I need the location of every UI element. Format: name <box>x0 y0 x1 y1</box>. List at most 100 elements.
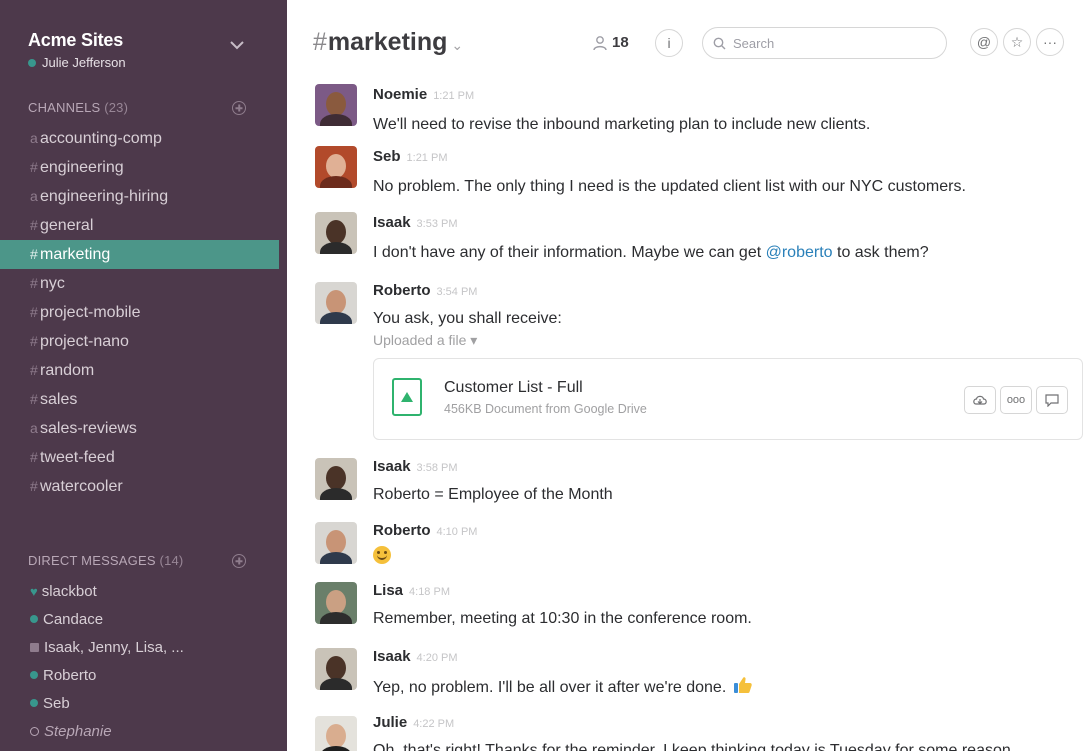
sidebar-item-sales[interactable]: # sales <box>0 385 287 414</box>
sidebar-item-project-mobile[interactable]: # project-mobile <box>0 298 287 327</box>
channel-title[interactable]: #marketing ⌄ <box>313 28 463 57</box>
avatar[interactable] <box>315 146 357 188</box>
more-button[interactable]: ··· <box>1036 28 1064 56</box>
channel-info-button[interactable]: i <box>655 29 683 57</box>
sidebar-item-group-dm[interactable]: Isaak, Jenny, Lisa, ... <box>0 634 287 662</box>
message-time[interactable]: 4:18 PM <box>409 586 450 598</box>
sidebar-item-engineering-hiring[interactable]: a engineering-hiring <box>0 182 287 211</box>
at-icon: @ <box>976 34 992 50</box>
message-time[interactable]: 1:21 PM <box>407 152 448 164</box>
message-text: Roberto = Employee of the Month <box>373 486 613 503</box>
text-segment: Yep, no problem. I'll be all over it aft… <box>373 679 727 696</box>
sidebar-item-general[interactable]: # general <box>0 211 287 240</box>
sidebar-item-candace[interactable]: Candace <box>0 606 287 634</box>
dm-name: Roberto <box>43 667 97 684</box>
message-list: Noemie 1:21 PM We'll need to revise the i… <box>287 80 1087 751</box>
group-icon <box>30 642 39 652</box>
message-time[interactable]: 3:54 PM <box>437 286 478 298</box>
more-icon: ··· <box>1043 34 1057 50</box>
download-button[interactable] <box>964 386 996 414</box>
sidebar-item-engineering[interactable]: # engineering <box>0 153 287 182</box>
hash-icon: # <box>30 478 38 494</box>
file-more-button[interactable]: ooo <box>1000 386 1032 414</box>
channels-header[interactable]: CHANNELS (23) <box>28 100 128 115</box>
file-actions: ooo <box>964 386 1068 414</box>
message-text <box>373 546 391 564</box>
message-author[interactable]: Isaak 4:20 PM <box>373 648 458 665</box>
starred-button[interactable]: ☆ <box>1003 28 1031 56</box>
sidebar-item-watercooler[interactable]: # watercooler <box>0 472 287 501</box>
sidebar-item-stephanie[interactable]: Stephanie <box>0 718 287 746</box>
search-input[interactable] <box>731 34 915 52</box>
message-author[interactable]: Julie 4:22 PM <box>373 714 454 731</box>
star-icon: ☆ <box>1010 33 1024 50</box>
sidebar-item-tweet-feed[interactable]: # tweet-feed <box>0 443 287 472</box>
message-author[interactable]: Lisa 4:18 PM <box>373 582 450 599</box>
direct-messages-label: DIRECT MESSAGES <box>28 553 156 568</box>
avatar[interactable] <box>315 212 357 254</box>
message-time[interactable]: 1:21 PM <box>433 90 474 102</box>
avatar[interactable] <box>315 84 357 126</box>
avatar[interactable] <box>315 458 357 500</box>
sidebar-item-project-nano[interactable]: # project-nano <box>0 327 287 356</box>
lock-icon: a <box>30 420 38 436</box>
team-switcher[interactable]: Acme Sites Julie Jefferson <box>28 30 126 70</box>
dm-name: Seb <box>43 695 70 712</box>
channel-name: marketing <box>327 28 448 56</box>
search-box[interactable] <box>702 27 947 59</box>
message-author[interactable]: Roberto 4:10 PM <box>373 522 477 539</box>
message-time[interactable]: 4:22 PM <box>413 718 454 730</box>
message-author[interactable]: Isaak 3:53 PM <box>373 214 458 231</box>
sidebar-item-accounting-comp[interactable]: a accounting-comp <box>0 124 287 153</box>
heart-icon: ♥ <box>30 584 38 599</box>
current-user: Julie Jefferson <box>28 55 126 70</box>
avatar[interactable] <box>315 648 357 690</box>
author-name: Roberto <box>373 522 431 539</box>
channel-header: #marketing⌄ 18 i @ ☆ ··· <box>287 0 1087 88</box>
add-channel-icon[interactable] <box>232 101 246 115</box>
message-author[interactable]: Isaak 3:58 PM <box>373 458 458 475</box>
sidebar-item-random[interactable]: # random <box>0 356 287 385</box>
message-text: Oh, that's right! Thanks for the reminde… <box>373 742 1016 751</box>
sidebar-item-slackbot[interactable]: ♥ slackbot <box>0 578 287 606</box>
uploaded-file-toggle[interactable]: Uploaded a file ▾ <box>373 332 477 349</box>
smile-emoji-icon <box>373 546 391 564</box>
add-direct-message-icon[interactable] <box>232 554 246 568</box>
message-author[interactable]: Roberto 3:54 PM <box>373 282 477 299</box>
dm-name: Candace <box>43 611 104 628</box>
team-name: Acme Sites <box>28 30 124 50</box>
message-time[interactable]: 4:10 PM <box>437 526 478 538</box>
message-time[interactable]: 4:20 PM <box>417 652 458 664</box>
file-attachment-card[interactable]: Customer List - Full 456KB Document from… <box>373 358 1083 440</box>
avatar[interactable] <box>315 582 357 624</box>
sidebar-item-roberto[interactable]: Roberto <box>0 662 287 690</box>
comment-button[interactable] <box>1036 386 1068 414</box>
message-time[interactable]: 3:58 PM <box>417 462 458 474</box>
member-count-button[interactable]: 18 <box>592 34 629 51</box>
chevron-down-icon[interactable] <box>230 38 244 52</box>
sidebar-item-nyc[interactable]: # nyc <box>0 269 287 298</box>
user-mention-link[interactable]: @roberto <box>766 244 833 261</box>
dm-name: slackbot <box>41 583 97 600</box>
file-name[interactable]: Customer List - Full <box>444 379 583 397</box>
presence-online-icon <box>30 671 38 680</box>
direct-messages-header[interactable]: DIRECT MESSAGES (14) <box>28 553 183 568</box>
member-count: 18 <box>612 34 629 51</box>
message-text: We'll need to revise the inbound marketi… <box>373 116 871 133</box>
channel-name: watercooler <box>40 478 123 495</box>
channel-name: project-nano <box>40 333 129 350</box>
mentions-button[interactable]: @ <box>970 28 998 56</box>
sidebar-item-marketing[interactable]: # marketing <box>0 240 279 269</box>
message-author[interactable]: Seb 1:21 PM <box>373 148 447 165</box>
file-meta: 456KB Document from Google Drive <box>444 402 647 416</box>
message-author[interactable]: Noemie 1:21 PM <box>373 86 474 103</box>
avatar[interactable] <box>315 716 357 751</box>
current-user-name: Julie Jefferson <box>42 55 126 70</box>
channel-name: random <box>40 362 95 379</box>
sidebar-item-seb[interactable]: Seb <box>0 690 287 718</box>
avatar[interactable] <box>315 282 357 324</box>
channel-name: marketing <box>40 246 111 263</box>
avatar[interactable] <box>315 522 357 564</box>
message-time[interactable]: 3:53 PM <box>417 218 458 230</box>
sidebar-item-sales-reviews[interactable]: a sales-reviews <box>0 414 287 443</box>
